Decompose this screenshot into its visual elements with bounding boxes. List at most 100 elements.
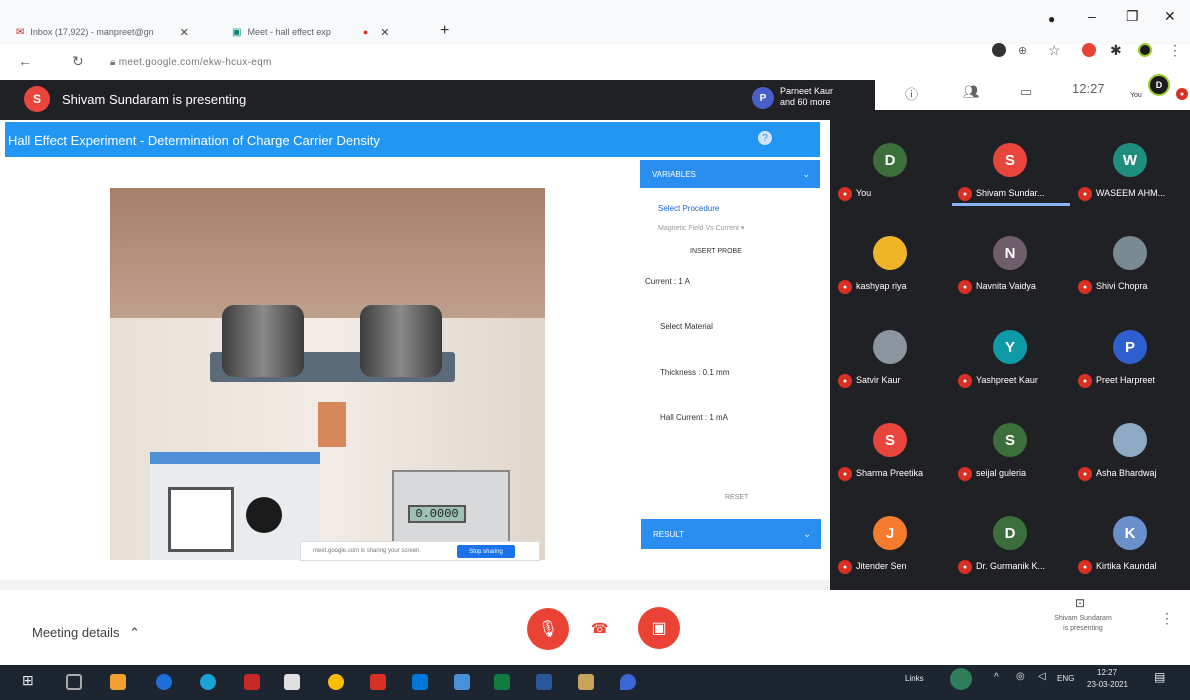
participant-avatar: P [752, 87, 774, 109]
health-app-icon[interactable] [950, 668, 972, 690]
reset-button[interactable]: RESET [725, 494, 748, 501]
tab-meet[interactable]: ▣ Meet - hall effect exp ● ✕ [232, 22, 390, 42]
meeting-details-label: Meeting details [32, 625, 120, 640]
windows-start-icon[interactable]: ⊞ [22, 672, 34, 689]
participant-avatar: S [993, 143, 1027, 177]
hang-up-button[interactable]: ☎︎ [591, 620, 608, 637]
url-field[interactable]: 🔒︎ meet.google.com/ekw-hcux-eqm [110, 57, 272, 68]
browser-menu-icon[interactable]: ⋮ [1168, 42, 1182, 59]
mic-off-icon: ● [1176, 88, 1188, 100]
participant-avatar [873, 330, 907, 364]
select-material-label[interactable]: Select Material [660, 322, 713, 331]
people-icon[interactable]: 👥︎ [963, 84, 980, 100]
skype-icon[interactable] [412, 674, 428, 690]
presenting-status[interactable]: Shivam Sundaram is presenting [1038, 614, 1128, 634]
help-icon[interactable]: ? [758, 131, 772, 145]
close-icon[interactable]: ✕ [180, 26, 189, 39]
sharing-notice-text: meet.google.com is sharing your screen. [313, 548, 422, 554]
mic-toggle-button[interactable]: 🎙︎ [527, 608, 569, 650]
url-text: meet.google.com/ekw-hcux-eqm [118, 57, 272, 68]
close-icon[interactable]: ✕ [380, 26, 389, 39]
back-icon[interactable]: ← [18, 53, 32, 69]
participants-more: and 60 more [780, 97, 831, 107]
meet-top-toolbar [875, 80, 1190, 110]
app-icon[interactable] [620, 674, 636, 690]
meet-clock: 12:27 [1072, 81, 1105, 96]
app-icon[interactable] [454, 674, 470, 690]
tab-gmail[interactable]: ✉ Inbox (17,922) - manpreet@gn ✕ [16, 22, 189, 42]
taskbar-time[interactable]: 12:27 [1097, 668, 1117, 677]
mic-off-icon: ● [1078, 467, 1092, 481]
mic-off-icon: ● [838, 280, 852, 294]
participant-name: Yashpreet Kaur [976, 375, 1038, 385]
windows-taskbar [0, 665, 1190, 700]
insert-probe-button[interactable]: INSERT PROBE [690, 248, 742, 255]
variables-header[interactable]: VARIABLES ⌄ [640, 160, 820, 188]
maximize-icon[interactable]: ❐ [1126, 8, 1139, 25]
result-header[interactable]: RESULT ⌄ [641, 519, 821, 549]
hall-probe[interactable] [318, 402, 346, 447]
presenter-avatar: S [24, 86, 50, 112]
stop-sharing-button[interactable]: Stop sharing [457, 545, 515, 558]
file-explorer-icon[interactable] [578, 674, 594, 690]
opera-extension-icon[interactable] [1082, 43, 1096, 57]
wall-shelf [110, 188, 545, 318]
mic-off-icon: ● [958, 280, 972, 294]
network-icon[interactable]: ◎ [1016, 671, 1025, 682]
more-options-icon[interactable]: ⋮ [1160, 610, 1174, 627]
app-icon[interactable] [244, 674, 260, 690]
minimize-icon[interactable]: – [1088, 8, 1096, 24]
result-title: RESULT [653, 529, 684, 539]
participant-name: Satvir Kaur [856, 375, 901, 385]
tray-expand-icon[interactable]: ^ [994, 672, 999, 683]
extension-icon[interactable] [992, 43, 1006, 57]
links-toolbar[interactable]: Links [905, 674, 924, 683]
word-icon[interactable] [536, 674, 552, 690]
chrome-icon[interactable] [328, 674, 344, 690]
participant-avatar: J [873, 516, 907, 550]
taskbar-date[interactable]: 23-03-2021 [1087, 680, 1128, 689]
participant-name: Dr. Gurmanik K... [976, 561, 1046, 571]
mic-off-icon: ● [1078, 560, 1092, 574]
mic-off-icon: ● [958, 560, 972, 574]
volume-icon[interactable]: ◁ [1038, 671, 1046, 682]
info-icon[interactable]: ⓘ [905, 84, 918, 103]
variables-title: VARIABLES [652, 169, 696, 179]
presenter-label: Shivam Sundaram is presenting [62, 92, 247, 107]
participants-summary[interactable]: Parneet Kaur and 60 more [780, 86, 833, 108]
close-window-icon[interactable]: ✕ [1164, 8, 1176, 25]
select-procedure-label: Select Procedure [658, 204, 720, 213]
app-icon[interactable] [110, 674, 126, 690]
analog-meter [168, 487, 234, 552]
chat-icon[interactable]: ▭ [1020, 84, 1032, 100]
procedure-value: Magnetic Field Vs Current [658, 225, 739, 232]
task-view-icon[interactable] [66, 674, 82, 690]
new-tab-icon[interactable]: + [440, 22, 449, 40]
current-value: Current : 1 A [645, 277, 690, 286]
electromagnet-coil-left [222, 305, 304, 377]
edge-icon[interactable] [200, 674, 216, 690]
present-screen-icon[interactable]: ⊡ [1075, 596, 1085, 610]
procedure-select[interactable]: Magnetic Field Vs Current ▾ [658, 224, 744, 232]
participant-name: Shivam Sundar... [976, 188, 1045, 198]
meeting-details-button[interactable]: Meeting details ⌃ [32, 625, 140, 641]
bookmark-star-icon[interactable]: ☆ [1048, 42, 1061, 59]
profile-avatar-icon[interactable] [1138, 43, 1152, 57]
store-icon[interactable] [284, 674, 300, 690]
app-icon[interactable] [370, 674, 386, 690]
mic-off-icon: ● [958, 467, 972, 481]
ie-icon[interactable] [156, 674, 172, 690]
zoom-icon[interactable]: ⊕ [1018, 44, 1027, 57]
phone-hangup-icon: ☎︎ [591, 620, 609, 636]
reload-icon[interactable]: ↻ [72, 53, 84, 70]
extensions-puzzle-icon[interactable]: ✱ [1110, 42, 1122, 59]
current-knob[interactable] [246, 497, 282, 533]
electromagnet-coil-right [360, 305, 442, 377]
self-avatar[interactable]: D [1148, 74, 1170, 96]
camera-off-icon: ▣ [651, 620, 667, 637]
notifications-icon[interactable]: ▤ [1154, 670, 1165, 684]
camera-toggle-button[interactable]: ▣ [638, 607, 680, 649]
excel-icon[interactable] [494, 674, 510, 690]
language-indicator[interactable]: ENG [1057, 674, 1074, 683]
experiment-title: Hall Effect Experiment - Determination o… [8, 133, 380, 148]
